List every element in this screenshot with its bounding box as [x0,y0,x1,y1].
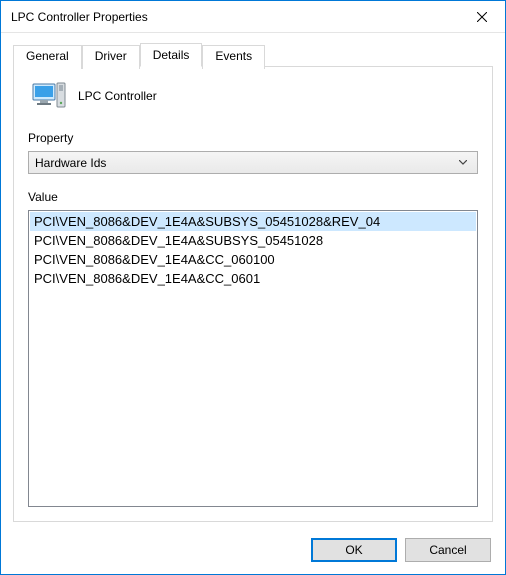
tabstrip: General Driver Details Events [13,43,493,67]
dialog-content: General Driver Details Events LPC Contro… [1,33,505,528]
device-icon [32,81,66,111]
device-name: LPC Controller [78,89,157,103]
list-item[interactable]: PCI\VEN_8086&DEV_1E4A&CC_0601 [30,269,476,288]
property-selected-value: Hardware Ids [35,156,455,170]
dialog-footer: OK Cancel [1,528,505,574]
list-item[interactable]: PCI\VEN_8086&DEV_1E4A&SUBSYS_05451028 [30,231,476,250]
list-item[interactable]: PCI\VEN_8086&DEV_1E4A&CC_060100 [30,250,476,269]
tab-general[interactable]: General [13,45,82,69]
cancel-button[interactable]: Cancel [405,538,491,562]
device-header: LPC Controller [28,81,478,111]
tab-details[interactable]: Details [140,43,203,67]
value-label: Value [28,190,478,204]
close-button[interactable] [459,1,505,33]
tab-events[interactable]: Events [202,45,265,69]
chevron-down-icon [455,160,471,165]
list-item[interactable]: PCI\VEN_8086&DEV_1E4A&SUBSYS_05451028&RE… [30,212,476,231]
tabpanel-details: LPC Controller Property Hardware Ids Val… [13,66,493,522]
property-select[interactable]: Hardware Ids [28,151,478,174]
tab-driver[interactable]: Driver [82,45,140,69]
window-title: LPC Controller Properties [11,10,459,24]
ok-button[interactable]: OK [311,538,397,562]
value-listbox[interactable]: PCI\VEN_8086&DEV_1E4A&SUBSYS_05451028&RE… [28,210,478,507]
titlebar: LPC Controller Properties [1,1,505,33]
property-label: Property [28,131,478,145]
close-icon [477,12,487,22]
